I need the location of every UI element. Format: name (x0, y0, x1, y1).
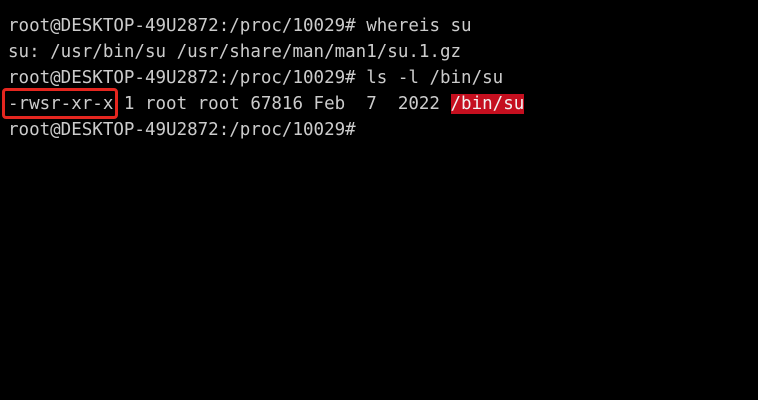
text-cursor (356, 120, 366, 138)
shell-prompt: root@DESKTOP-49U2872:/proc/10029# (8, 120, 356, 140)
command-text: ls -l /bin/su (355, 68, 504, 88)
terminal-line: root@DESKTOP-49U2872:/proc/10029# ls -l … (8, 65, 758, 91)
scrollbar-track[interactable] (758, 0, 769, 400)
terminal-line: -rwsr-xr-x 1 root root 67816 Feb 7 2022 … (1, 88, 758, 119)
setuid-filename: /bin/su (450, 94, 525, 114)
file-permissions-annotated: -rwsr-xr-x (1, 88, 119, 119)
command-output: su: /usr/bin/su /usr/share/man/man1/su.1… (8, 42, 462, 62)
terminal-line: root@DESKTOP-49U2872:/proc/10029# wherei… (8, 13, 758, 39)
terminal-output[interactable]: root@DESKTOP-49U2872:/proc/10029# wherei… (0, 0, 758, 400)
terminal-window: root@DESKTOP-49U2872:/proc/10029# wherei… (0, 0, 769, 400)
shell-prompt: root@DESKTOP-49U2872:/proc/10029# (8, 16, 356, 36)
file-details: 1 root root 67816 Feb 7 2022 (113, 94, 451, 114)
shell-prompt: root@DESKTOP-49U2872:/proc/10029# (8, 68, 356, 88)
terminal-line: su: /usr/bin/su /usr/share/man/man1/su.1… (8, 39, 758, 65)
command-text: whereis su (355, 16, 472, 36)
terminal-line: root@DESKTOP-49U2872:/proc/10029# (8, 117, 758, 143)
